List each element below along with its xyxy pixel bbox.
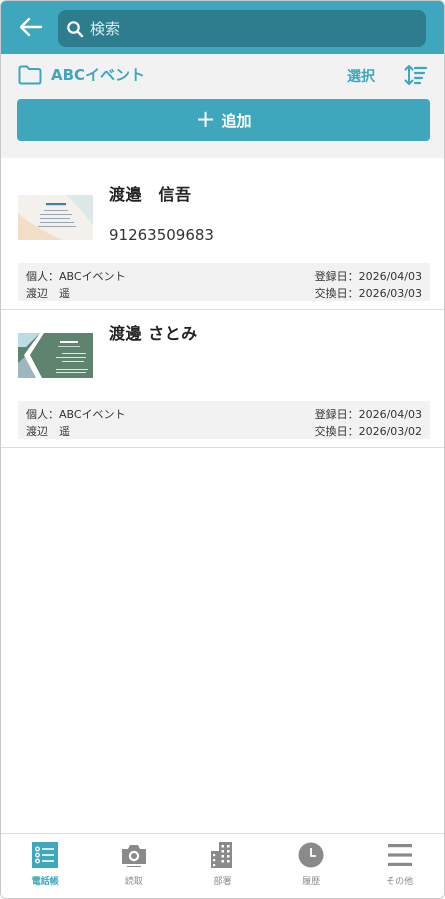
nav-label: その他 <box>386 877 414 887</box>
nav-department[interactable]: 部署 <box>178 834 267 898</box>
folder-icon <box>18 65 42 84</box>
top-bar <box>1 1 444 54</box>
exchanged-date: 交換日：2026/03/02 <box>314 425 422 438</box>
add-button-label: 追加 <box>221 111 252 130</box>
nav-scan[interactable]: 読取 <box>90 834 179 898</box>
nav-other[interactable]: その他 <box>355 834 444 898</box>
building-icon <box>211 842 233 868</box>
registered-date: 登録日：2026/04/03 <box>314 408 422 421</box>
business-card-thumbnail <box>18 333 93 378</box>
contact-name: 渡邉 信吾 <box>109 185 192 204</box>
folder-header: ABCイベント 選択 + 追加 <box>1 54 444 158</box>
app-screen: ABCイベント 選択 + 追加 渡邉 信吾 <box>0 0 445 899</box>
back-button[interactable] <box>15 11 47 43</box>
nav-label: 読取 <box>124 877 143 887</box>
select-button[interactable]: 選択 <box>347 66 375 86</box>
contact-name: 渡邊 さとみ <box>109 324 198 343</box>
clock-icon <box>298 842 324 868</box>
contact-phone: 91263509683 <box>109 226 214 244</box>
nav-label: 履歴 <box>302 877 321 887</box>
folder-title-row[interactable]: ABCイベント <box>18 64 145 85</box>
exchanged-date: 交換日：2026/03/03 <box>314 287 422 300</box>
bottom-navigation: 電話帳 読取 部署 履歴 その他 <box>1 833 444 898</box>
contact-meta: 個人：ABCイベント 渡辺 遥 登録日：2026/04/03 交換日：2026/… <box>18 263 430 301</box>
camera-icon <box>121 845 146 867</box>
search-bar[interactable] <box>58 10 426 47</box>
sort-icon[interactable] <box>404 64 428 86</box>
contact-meta: 個人：ABCイベント 渡辺 遥 登録日：2026/04/03 交換日：2026/… <box>18 401 430 439</box>
owner-line: 個人：ABCイベント <box>26 270 126 283</box>
nav-label: 部署 <box>213 877 232 887</box>
nav-label: 電話帳 <box>31 877 59 887</box>
person-line: 渡辺 遥 <box>26 425 70 438</box>
back-arrow-icon <box>19 17 43 37</box>
search-icon <box>67 20 84 37</box>
nav-history[interactable]: 履歴 <box>267 834 356 898</box>
phonebook-icon <box>32 842 59 868</box>
folder-title: ABCイベント <box>51 66 146 84</box>
person-line: 渡辺 遥 <box>26 287 70 300</box>
contact-card[interactable]: 渡邊 さとみ 個人：ABCイベント 渡辺 遥 登録日：2026/04/03 交換… <box>1 310 444 448</box>
contact-card[interactable]: 渡邉 信吾 91263509683 個人：ABCイベント 渡辺 遥 登録日：20… <box>1 158 444 310</box>
registered-date: 登録日：2026/04/03 <box>314 270 422 283</box>
add-button[interactable]: + 追加 <box>17 99 430 141</box>
plus-icon: + <box>195 105 216 133</box>
business-card-thumbnail <box>18 195 93 240</box>
search-input[interactable] <box>90 19 390 38</box>
owner-line: 個人：ABCイベント <box>26 408 126 421</box>
nav-phonebook[interactable]: 電話帳 <box>1 834 90 898</box>
menu-icon <box>387 844 412 866</box>
